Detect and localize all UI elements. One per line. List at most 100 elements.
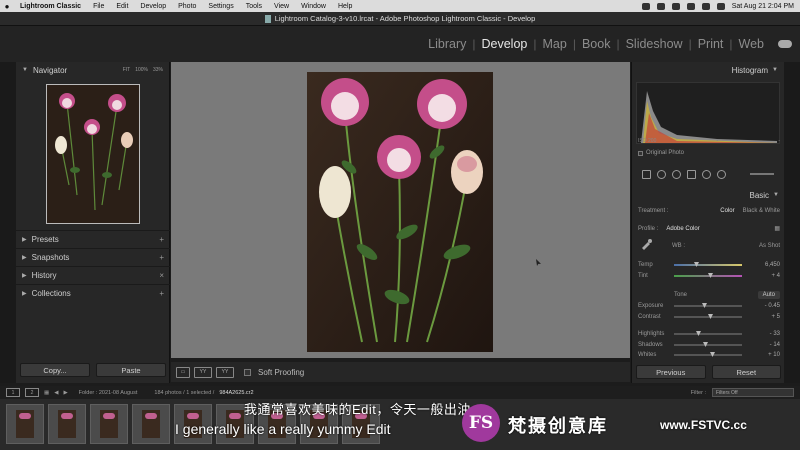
add-collection-icon[interactable]: + — [159, 289, 164, 298]
module-print[interactable]: Print — [692, 37, 730, 51]
treatment-bw-option[interactable]: Black & White — [743, 208, 780, 214]
paste-button[interactable]: Paste — [96, 363, 166, 377]
page-2-button[interactable]: 2 — [25, 388, 39, 397]
histogram-graph[interactable] — [636, 82, 780, 144]
tint-value[interactable]: + 4 — [771, 273, 780, 279]
module-web[interactable]: Web — [733, 37, 770, 51]
radial-filter-icon[interactable] — [702, 169, 711, 179]
module-map[interactable]: Map — [537, 37, 573, 51]
back-arrow-icon[interactable]: ◀ — [54, 390, 58, 396]
tint-slider[interactable] — [674, 273, 742, 278]
navigator-preview[interactable] — [46, 84, 140, 224]
profile-select[interactable]: Adobe Color — [666, 226, 699, 232]
whites-slider-knob[interactable] — [710, 352, 715, 357]
graduated-filter-icon[interactable] — [687, 169, 696, 179]
clear-history-icon[interactable]: × — [159, 271, 164, 280]
zoom-33[interactable]: 33% — [153, 67, 163, 73]
soft-proofing-checkbox[interactable] — [244, 368, 251, 376]
highlights-value[interactable]: - 33 — [770, 331, 780, 337]
zoom-100[interactable]: 100% — [135, 67, 148, 73]
exposure-slider[interactable] — [674, 303, 742, 308]
cloud-status-icon[interactable] — [671, 2, 680, 10]
tool-slider[interactable] — [750, 173, 774, 175]
wifi-icon[interactable] — [686, 2, 695, 10]
navigator-header[interactable]: ▼ Navigator FIT 100% 33% — [16, 62, 169, 78]
shadows-slider-knob[interactable] — [703, 342, 708, 347]
filmstrip-thumb[interactable] — [132, 404, 170, 444]
loupe-view[interactable] — [171, 62, 630, 358]
filmstrip-thumb[interactable] — [6, 404, 44, 444]
copy-button[interactable]: Copy... — [20, 363, 90, 377]
exposure-slider-knob[interactable] — [702, 303, 707, 308]
menu-develop[interactable]: Develop — [134, 3, 172, 10]
auto-tone-button[interactable]: Auto — [757, 291, 780, 299]
forward-arrow-icon[interactable]: ▶ — [63, 390, 67, 396]
shadows-value[interactable]: - 14 — [770, 342, 780, 348]
search-icon[interactable] — [701, 2, 710, 10]
menu-settings[interactable]: Settings — [202, 3, 239, 10]
whites-value[interactable]: + 10 — [768, 352, 780, 358]
loupe-view-icon[interactable]: ▭ — [176, 366, 190, 378]
module-book[interactable]: Book — [576, 37, 617, 51]
add-snapshot-icon[interactable]: + — [159, 253, 164, 262]
brush-tool-icon[interactable] — [717, 169, 726, 179]
basic-header[interactable]: Basic ▼ — [632, 188, 785, 202]
menu-tools[interactable]: Tools — [240, 3, 268, 10]
contrast-slider[interactable] — [674, 314, 742, 319]
status-icon[interactable] — [656, 2, 665, 10]
main-photo[interactable] — [307, 72, 493, 352]
menu-help[interactable]: Help — [332, 3, 358, 10]
cloud-sync-icon[interactable] — [778, 40, 792, 48]
menu-file[interactable]: File — [87, 3, 110, 10]
highlights-slider-knob[interactable] — [696, 331, 701, 336]
contrast-value[interactable]: + 5 — [771, 314, 780, 320]
filmstrip-thumb[interactable] — [48, 404, 86, 444]
before-after-icon[interactable]: YY — [194, 366, 212, 378]
menu-window[interactable]: Window — [295, 3, 332, 10]
right-panel-edge[interactable] — [784, 62, 800, 383]
crop-tool-icon[interactable] — [642, 169, 651, 179]
whites-slider[interactable] — [674, 352, 742, 357]
contrast-slider-knob[interactable] — [708, 314, 713, 319]
page-1-button[interactable]: 1 — [6, 388, 20, 397]
before-after-swap-icon[interactable]: YY — [216, 366, 234, 378]
add-preset-icon[interactable]: + — [159, 235, 164, 244]
spot-removal-icon[interactable] — [657, 169, 666, 179]
highlights-slider[interactable] — [674, 331, 742, 336]
module-slideshow[interactable]: Slideshow — [620, 37, 689, 51]
selected-filename[interactable]: 984A2625.cr2 — [219, 390, 253, 396]
filter-select[interactable]: Filters Off — [712, 388, 794, 397]
histogram-header[interactable]: Histogram ▼ — [632, 62, 784, 78]
history-section[interactable]: ▶ History × — [16, 266, 170, 284]
module-library[interactable]: Library — [422, 37, 472, 51]
reset-button[interactable]: Reset — [711, 365, 781, 379]
red-eye-icon[interactable] — [672, 169, 681, 179]
tint-slider-knob[interactable] — [708, 273, 713, 278]
grid-view-icon[interactable]: ▦ — [44, 390, 49, 396]
exposure-value[interactable]: - 0.45 — [765, 303, 780, 309]
apple-icon[interactable]: ● — [0, 2, 14, 11]
previous-button[interactable]: Previous — [636, 365, 706, 379]
filmstrip-thumb[interactable] — [90, 404, 128, 444]
menu-edit[interactable]: Edit — [110, 3, 134, 10]
menu-app-name[interactable]: Lightroom Classic — [14, 3, 87, 10]
left-panel-edge[interactable] — [0, 62, 16, 383]
menu-view[interactable]: View — [268, 3, 295, 10]
control-center-icon[interactable] — [716, 2, 725, 10]
profile-browser-icon[interactable]: ▦ — [774, 225, 780, 232]
snapshots-section[interactable]: ▶ Snapshots + — [16, 248, 170, 266]
folder-path[interactable]: Folder : 2021-08 August — [79, 390, 138, 396]
original-photo-checkbox[interactable] — [638, 150, 643, 156]
menu-photo[interactable]: Photo — [172, 3, 202, 10]
zoom-fit[interactable]: FIT — [123, 67, 131, 73]
record-icon[interactable] — [641, 2, 650, 10]
temp-slider-knob[interactable] — [694, 262, 699, 267]
temp-slider[interactable] — [674, 262, 742, 267]
wb-select[interactable]: As Shot — [759, 243, 780, 249]
module-develop[interactable]: Develop — [476, 37, 534, 51]
collections-section[interactable]: ▶ Collections + — [16, 284, 170, 302]
treatment-color-option[interactable]: Color — [720, 208, 734, 214]
shadows-slider[interactable] — [674, 342, 742, 347]
presets-section[interactable]: ▶ Presets + — [16, 230, 170, 248]
temp-value[interactable]: 6,450 — [765, 262, 780, 268]
